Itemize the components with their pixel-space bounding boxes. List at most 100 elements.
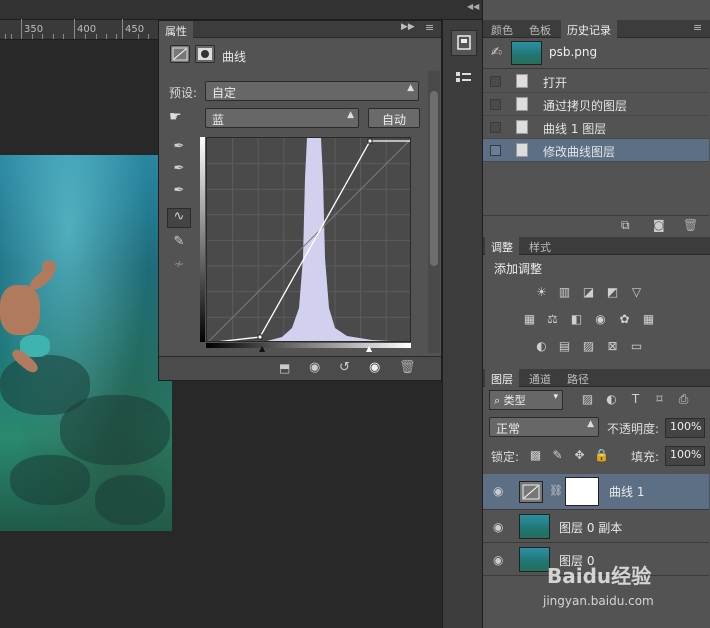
vibrance-icon[interactable]: ▦ — [521, 312, 538, 327]
eye-icon[interactable]: ◉ — [493, 520, 503, 534]
adjustment-filter-icon[interactable]: ◐ — [603, 392, 620, 407]
history-snapshot[interactable]: ✍ psb.png — [483, 39, 709, 69]
pencil-draw-icon[interactable]: ✎ — [169, 234, 189, 252]
curves-graph[interactable] — [206, 137, 411, 342]
color-balance-icon[interactable]: ⚖ — [544, 312, 561, 327]
delete-state-icon[interactable]: 🗑 — [683, 218, 698, 232]
shape-filter-icon[interactable]: ⌑ — [651, 392, 668, 407]
history-item-selected[interactable]: 修改曲线图层 — [483, 139, 709, 162]
link-icon[interactable]: ⛓ — [549, 484, 563, 497]
photo-filter-icon[interactable]: ◉ — [592, 312, 609, 327]
tab-layers[interactable]: 图层 — [485, 369, 519, 387]
tab-color[interactable]: 颜色 — [485, 20, 519, 38]
adjustments-heading: 添加调整 — [494, 262, 543, 276]
lock-transparent-icon[interactable]: ▩ — [527, 448, 544, 463]
eye-icon[interactable]: ◉ — [493, 553, 503, 567]
history-footer: ⧉ ◙ 🗑 — [483, 215, 709, 235]
gray-point-eyedropper-icon[interactable]: ✒ — [169, 161, 189, 179]
clip-to-layer-icon[interactable]: ⬒ — [279, 361, 290, 375]
channel-mixer-icon[interactable]: ✿ — [616, 312, 633, 327]
horizontal-ruler: 350 400 450 — [0, 19, 158, 40]
curves-layer-icon — [519, 481, 543, 503]
tab-channels[interactable]: 通道 — [523, 369, 557, 387]
auto-button[interactable]: 自动 — [368, 108, 420, 128]
pixel-filter-icon[interactable]: ▨ — [579, 392, 596, 407]
posterize-icon[interactable]: ▤ — [556, 339, 573, 354]
layer-thumbnail — [519, 547, 550, 572]
lock-move-icon[interactable]: ✥ — [571, 448, 588, 463]
right-panel-column: 颜色 色板 历史记录 ≡ ✍ psb.png 打开 通过拷贝的图层 曲线 1 图… — [482, 0, 710, 628]
tab-paths[interactable]: 路径 — [561, 369, 595, 387]
opacity-field[interactable]: 100% — [665, 418, 705, 438]
fill-label: 填充: — [631, 450, 660, 464]
layer-thumbnail — [519, 514, 550, 539]
lock-all-icon[interactable]: 🔒 — [593, 448, 610, 463]
input-gradient-bar — [206, 343, 411, 348]
snapshot-camera-icon[interactable]: ◙ — [653, 218, 665, 232]
white-input-slider[interactable]: ▲ — [366, 344, 372, 353]
gradient-triangle-icon[interactable]: ▽ — [628, 285, 645, 300]
delete-icon[interactable]: 🗑 — [399, 360, 416, 375]
baidu-watermark: Baidu经验 — [547, 564, 652, 588]
curves-adjustment-icon[interactable] — [170, 45, 190, 63]
snapshot-name: psb.png — [549, 45, 598, 59]
new-document-from-state-icon[interactable]: ⧉ — [621, 218, 630, 233]
layer-filter-select[interactable]: ⌕ 类型 ▾ — [489, 390, 563, 410]
collapse-dock-icon[interactable]: ◀◀ — [467, 2, 479, 11]
lock-brush-icon[interactable]: ✎ — [549, 448, 566, 463]
layer-row-selected[interactable]: ◉ ⛓ 曲线 1 — [483, 474, 709, 510]
invert-icon[interactable]: ◐ — [533, 339, 550, 354]
mask-icon[interactable] — [195, 45, 215, 63]
panel-menu-icon[interactable]: ≡ — [425, 21, 434, 34]
fill-field[interactable]: 100% — [665, 446, 705, 466]
white-point-eyedropper-icon[interactable]: ✒ — [169, 183, 189, 201]
type-filter-icon[interactable]: T — [627, 392, 644, 407]
layer-filter-value: 类型 — [503, 394, 526, 407]
properties-scrollbar[interactable] — [428, 71, 440, 353]
selective-color-icon[interactable]: ⊠ — [604, 339, 621, 354]
properties-tab[interactable]: 属性 — [159, 21, 193, 38]
collapse-icon[interactable]: ▶▶ — [401, 22, 415, 32]
smart-object-filter-icon[interactable]: ⎙ — [675, 392, 692, 407]
layer-row[interactable]: ◉ 图层 0 副本 — [483, 510, 709, 543]
reset-icon[interactable]: ↺ — [339, 360, 350, 375]
document-icon — [516, 74, 528, 88]
properties-panel: 属性 ▶▶ ≡ 曲线 预设: 自定▲ ☛ 蓝▲ 自动 ✒ ✒ ✒ ∿ ✎ ≁ — [158, 20, 442, 381]
gradient-map-icon[interactable]: ▭ — [628, 339, 645, 354]
view-previous-state-icon[interactable]: ◉ — [309, 360, 320, 375]
visibility-icon[interactable]: ◉ — [369, 360, 380, 375]
tab-styles[interactable]: 样式 — [523, 237, 557, 255]
eye-icon[interactable]: ◉ — [493, 484, 503, 498]
history-brush-icon[interactable]: ✍ — [491, 45, 502, 60]
document-icon — [516, 97, 528, 111]
layer-mask-thumbnail[interactable] — [565, 477, 599, 506]
history-item[interactable]: 曲线 1 图层 — [483, 116, 709, 139]
threshold-icon[interactable]: ▨ — [580, 339, 597, 354]
underwater-photo[interactable] — [0, 155, 172, 531]
curve-edit-points-icon[interactable]: ∿ — [167, 208, 191, 228]
black-point-eyedropper-icon[interactable]: ✒ — [169, 139, 189, 157]
curves-icon[interactable]: ◪ — [580, 285, 597, 300]
history-dock-icon[interactable] — [451, 68, 477, 94]
brightness-icon[interactable]: ☀ — [533, 285, 550, 300]
color-lookup-icon[interactable]: ▦ — [640, 312, 657, 327]
black-white-icon[interactable]: ◧ — [568, 312, 585, 327]
properties-panel-header: 属性 ▶▶ ≡ — [159, 21, 441, 38]
history-item[interactable]: 打开 — [483, 70, 709, 93]
properties-dock-icon[interactable] — [451, 30, 477, 56]
tab-adjustments[interactable]: 调整 — [485, 237, 519, 255]
history-item[interactable]: 通过拷贝的图层 — [483, 93, 709, 116]
levels-icon[interactable]: ▥ — [556, 285, 573, 300]
exposure-icon[interactable]: ◩ — [604, 285, 621, 300]
tab-history[interactable]: 历史记录 — [561, 20, 617, 38]
history-menu-icon[interactable]: ≡ — [693, 21, 702, 34]
hand-target-icon[interactable]: ☛ — [169, 109, 182, 125]
channel-select[interactable]: 蓝 ▲ — [205, 108, 359, 128]
black-input-slider[interactable]: ▲ — [259, 344, 265, 353]
tab-swatches[interactable]: 色板 — [523, 20, 557, 38]
snapshot-thumbnail — [511, 41, 542, 65]
preset-value: 自定 — [212, 86, 237, 100]
preset-select[interactable]: 自定 ▲ — [205, 81, 419, 101]
blend-mode-select[interactable]: 正常 ▲ — [489, 417, 599, 437]
smooth-curve-icon[interactable]: ≁ — [169, 257, 189, 275]
